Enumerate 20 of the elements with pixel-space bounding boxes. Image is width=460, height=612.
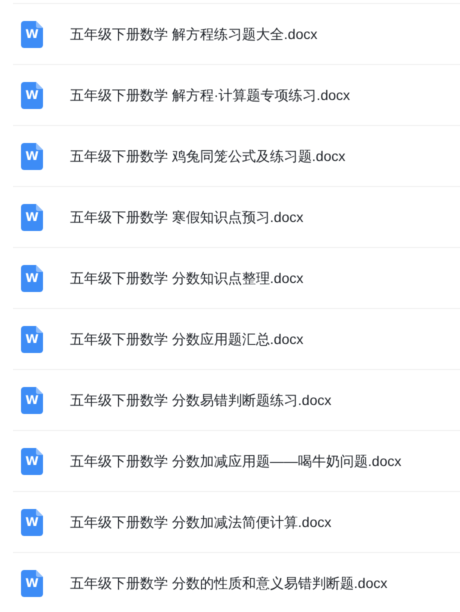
document-icon: W [21,448,43,474]
document-icon: W [21,264,43,292]
document-icon: W [21,386,43,414]
file-name[interactable]: 五年级下册数学 分数应用题汇总.docx [70,328,304,350]
file-name[interactable]: 五年级下册数学 分数加减法简便计算.docx [70,512,332,532]
file-name[interactable]: 五年级下册数学 解方程·计算题专项练习.docx [70,84,350,106]
document-icon: W [21,142,43,170]
file-name[interactable]: 五年级下册数学 分数的性质和意义易错判断题.docx [70,572,388,594]
file-name[interactable]: 五年级下册数学 分数易错判断题练习.docx [70,390,332,410]
document-icon: W [21,20,43,48]
document-icon: W [21,82,43,108]
file-name[interactable]: 五年级下册数学 鸡兔同笼公式及练习题.docx [70,146,346,166]
document-icon: W [21,508,43,536]
file-name[interactable]: 五年级下册数学 分数加减应用题——喝牛奶问题.docx [70,450,402,472]
document-icon: W [21,570,43,596]
file-name[interactable]: 五年级下册数学 寒假知识点预习.docx [70,206,304,228]
document-icon: W [21,326,43,352]
file-name[interactable]: 五年级下册数学 解方程练习题大全.docx [70,24,318,44]
file-name[interactable]: 五年级下册数学 分数知识点整理.docx [70,268,304,288]
document-icon: W [21,204,43,230]
